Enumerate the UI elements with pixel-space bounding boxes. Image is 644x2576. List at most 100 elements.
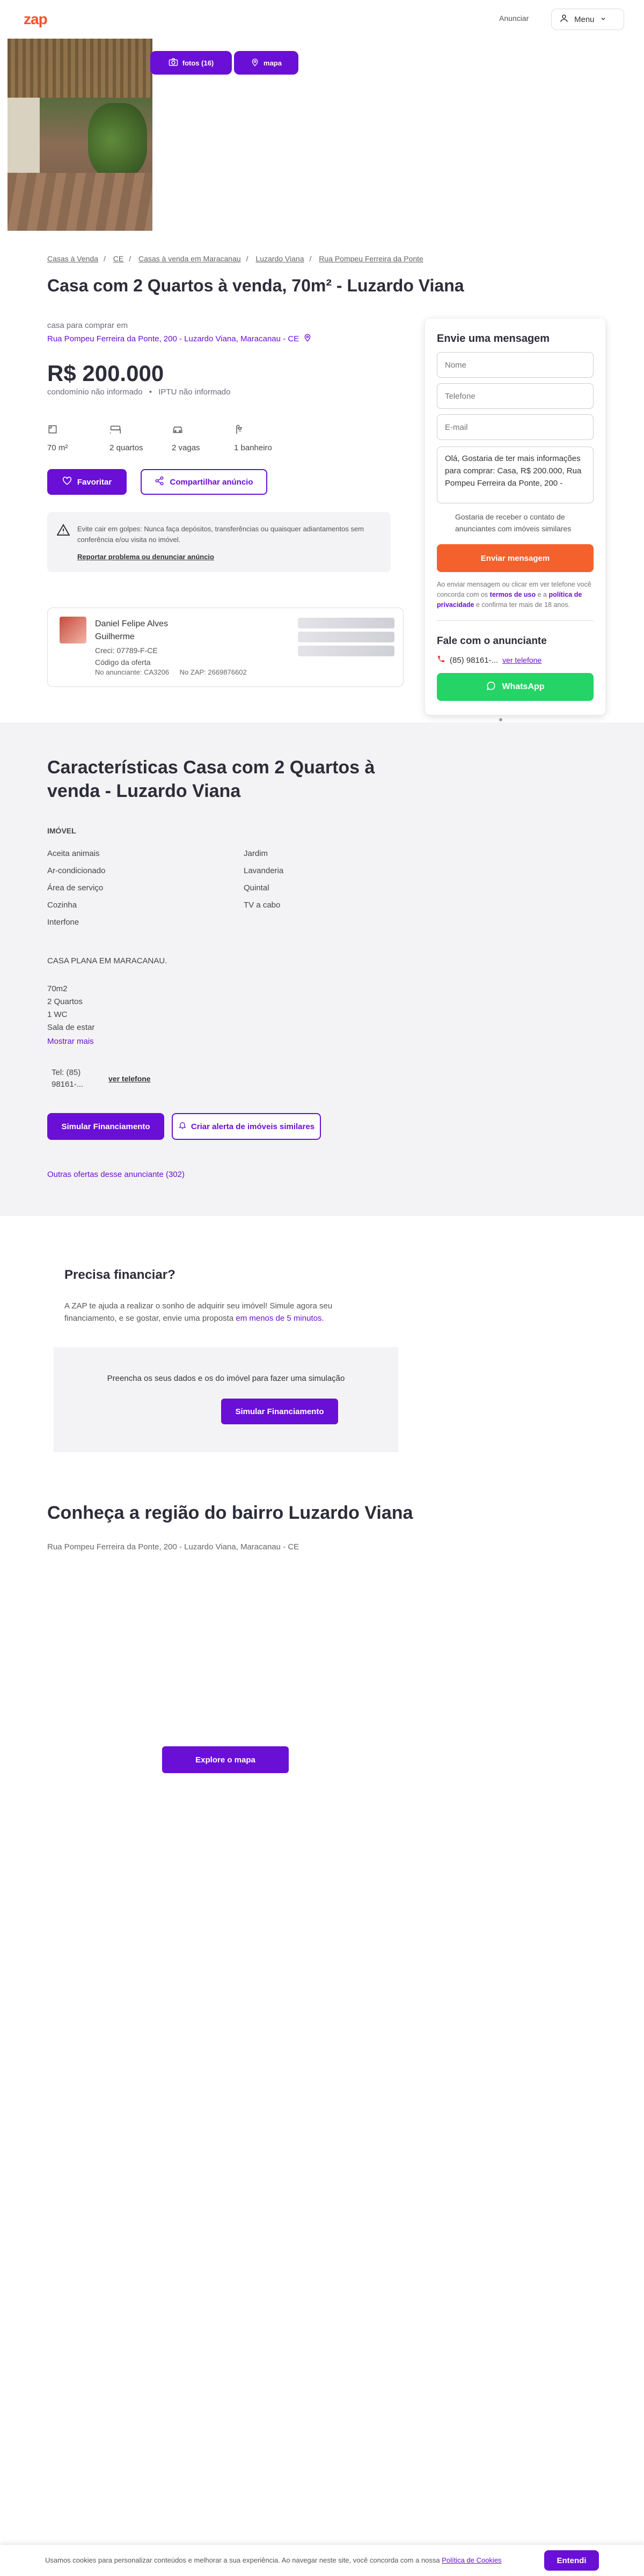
cookie-policy-link[interactable]: Política de Cookies xyxy=(442,2556,501,2564)
shower-icon xyxy=(234,424,296,438)
map-button[interactable]: mapa xyxy=(234,51,298,75)
share-label: Compartilhar anúncio xyxy=(170,477,253,487)
creci: Creci: 07789-F-CE xyxy=(95,646,158,655)
advertiser-name-line: Guilherme xyxy=(95,632,135,641)
feature-parking: 2 vagas xyxy=(172,424,234,452)
iptu-fee: IPTU não informado xyxy=(158,387,231,397)
chevron-down-icon xyxy=(600,15,606,24)
create-alert-button[interactable]: Criar alerta de imóveis similares xyxy=(172,1113,321,1140)
page-title: Casa com 2 Quartos à venda, 70m² - Luzar… xyxy=(47,276,464,295)
favorite-label: Favoritar xyxy=(77,477,112,487)
anunciar-link[interactable]: Anunciar xyxy=(499,14,529,23)
amenity-item: Jardim xyxy=(244,849,268,858)
similar-checkbox[interactable] xyxy=(437,513,448,524)
feature-label: 70 m² xyxy=(47,443,68,452)
warning-text: Evite cair em golpes: Nunca faça depósit… xyxy=(77,525,364,544)
divider xyxy=(437,620,594,621)
loading-placeholder xyxy=(298,618,394,628)
terms-link[interactable]: termos de uso xyxy=(490,591,536,598)
photo-wall xyxy=(8,98,40,184)
see-phone-link[interactable]: ver telefone xyxy=(502,656,541,664)
whatsapp-icon xyxy=(486,680,496,694)
camera-icon xyxy=(169,58,178,68)
user-icon xyxy=(559,13,569,25)
menu-button[interactable]: Menu xyxy=(551,9,624,30)
price: R$ 200.000 xyxy=(47,361,164,386)
contact-title: Envie uma mensagem xyxy=(437,333,550,345)
photo-floor xyxy=(8,173,152,231)
message-textarea[interactable]: Olá, Gostaria de ter mais informações pa… xyxy=(437,447,594,503)
other-offers-link[interactable]: Outras ofertas desse anunciante (302) xyxy=(47,1170,185,1179)
description-phone: Tel: (85) 98161-... xyxy=(52,1067,83,1091)
cookie-text: Usamos cookies para personalizar conteúd… xyxy=(45,2556,502,2564)
heart-icon xyxy=(62,477,72,487)
share-button[interactable]: Compartilhar anúncio xyxy=(141,469,267,495)
simulate-financing-button[interactable]: Simular Financiamento xyxy=(47,1113,164,1140)
description-line: Sala de estar xyxy=(47,1023,95,1032)
photos-button[interactable]: fotos (16) xyxy=(150,51,232,75)
accept-cookies-button[interactable]: Entendi xyxy=(544,2550,599,2571)
amenity-item: Cozinha xyxy=(47,901,77,910)
warning-icon xyxy=(56,524,70,539)
description-line: 2 Quartos xyxy=(47,997,83,1006)
amenity-item: Lavanderia xyxy=(244,866,284,875)
report-link[interactable]: Reportar problema ou denunciar anúncio xyxy=(77,553,214,561)
explore-map-button[interactable]: Explore o mapa xyxy=(162,1746,289,1773)
financing-highlight: em menos de 5 minutos. xyxy=(236,1314,324,1323)
amenity-item: Área de serviço xyxy=(47,883,104,892)
characteristics-title: Características Casa com 2 Quartos à ven… xyxy=(47,757,375,801)
amenity-item: Quintal xyxy=(244,883,269,892)
legal-text: Ao enviar mensagem ou clicar em ver tele… xyxy=(437,580,598,610)
feature-bathroom: 1 banheiro xyxy=(234,424,296,452)
breadcrumb-item[interactable]: Casas à venda em Maracanau xyxy=(138,254,241,263)
feature-area: 70 m² xyxy=(47,424,109,452)
cookie-copy: Usamos cookies para personalizar conteúd… xyxy=(45,2556,440,2564)
financing-box-text: Preencha os seus dados e os do imóvel pa… xyxy=(107,1374,345,1383)
legal-part: e a xyxy=(537,591,547,598)
breadcrumb-item[interactable]: Casas à Venda xyxy=(47,254,98,263)
description-line: 1 WC xyxy=(47,1010,68,1019)
favorite-button[interactable]: Favoritar xyxy=(47,469,127,495)
tel-line: 98161-... xyxy=(52,1080,84,1089)
legal-part: e confirma ter mais de 18 anos. xyxy=(475,601,570,609)
simulate-financing-button-2[interactable]: Simular Financiamento xyxy=(221,1399,338,1424)
zap-logo[interactable]: zap xyxy=(24,11,48,28)
car-icon xyxy=(172,424,234,438)
contact-card: Envie uma mensagem Olá, Gostaria de ter … xyxy=(425,319,605,715)
listing-photo[interactable] xyxy=(8,39,152,231)
description-line: 70m2 xyxy=(47,984,68,993)
name-input[interactable] xyxy=(437,352,594,378)
create-alert-label: Criar alerta de imóveis similares xyxy=(191,1122,315,1131)
address-link[interactable]: Rua Pompeu Ferreira da Ponte, 200 - Luza… xyxy=(47,333,312,345)
breadcrumb-item[interactable]: Luzardo Viana xyxy=(255,254,304,263)
bed-icon xyxy=(109,424,172,438)
whatsapp-button[interactable]: WhatsApp xyxy=(437,673,594,701)
for-sale-label: casa para comprar em xyxy=(47,321,128,330)
pin-icon xyxy=(251,57,259,69)
show-more-link[interactable]: Mostrar mais xyxy=(47,1037,94,1046)
breadcrumb-item[interactable]: Rua Pompeu Ferreira da Ponte xyxy=(319,254,423,263)
send-message-button[interactable]: Enviar mensagem xyxy=(437,544,594,572)
financing-text: A ZAP te ajuda a realizar o sonho de adq… xyxy=(64,1300,354,1324)
offer-code-label: Código da oferta xyxy=(95,658,151,667)
feature-label: 1 banheiro xyxy=(234,443,272,452)
condo-fee: condomínio não informado xyxy=(47,387,143,397)
breadcrumb-item[interactable]: CE xyxy=(113,254,123,263)
advertiser-name[interactable]: Daniel Felipe Alves Guilherme xyxy=(95,618,168,643)
carousel-dot xyxy=(499,718,502,721)
financing-box: Preencha os seus dados e os do imóvel pa… xyxy=(54,1347,398,1452)
phone-input[interactable] xyxy=(437,383,594,409)
see-phone-link-2[interactable]: ver telefone xyxy=(108,1074,151,1083)
amenities-heading: IMÓVEL xyxy=(47,826,76,835)
email-input[interactable] xyxy=(437,414,594,440)
advertiser-ids: No anunciante: CA3206 No ZAP: 2669876602 xyxy=(95,668,247,676)
amenity-item: TV a cabo xyxy=(244,901,281,910)
address-text: Rua Pompeu Ferreira da Ponte, 200 - Luza… xyxy=(47,334,299,343)
advertiser-name-line: Daniel Felipe Alves xyxy=(95,619,169,628)
advertiser-card: Daniel Felipe Alves Guilherme Creci: 077… xyxy=(47,608,404,687)
advertiser-ad-id: No anunciante: CA3206 xyxy=(95,668,170,676)
advertiser-avatar xyxy=(60,617,86,643)
phone-icon xyxy=(437,655,445,665)
zap-id: No ZAP: 2669876602 xyxy=(179,668,247,676)
advertiser-info: Creci: 07789-F-CE Código da oferta xyxy=(95,645,158,668)
